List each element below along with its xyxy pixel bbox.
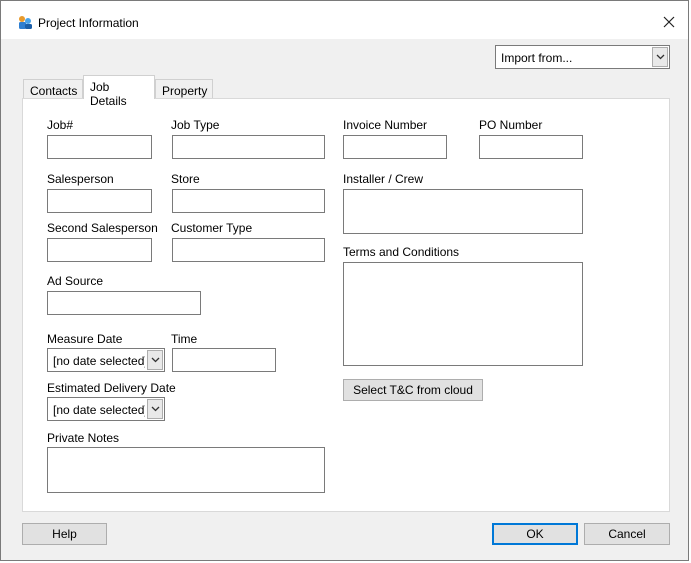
private-notes-label: Private Notes [47, 431, 120, 445]
select-tc-from-cloud-button[interactable]: Select T&C from cloud [343, 379, 483, 401]
cancel-button-label: Cancel [608, 527, 646, 541]
terms-conditions-input[interactable] [343, 262, 583, 366]
time-input[interactable] [172, 348, 276, 372]
window-title: Project Information [38, 16, 139, 30]
title-bar: Project Information [1, 1, 688, 39]
measure-date-value: [no date selected] [53, 354, 145, 368]
invoice-number-label: Invoice Number [343, 118, 428, 132]
job-number-label: Job# [47, 118, 74, 132]
customer-type-input[interactable] [172, 238, 325, 262]
tab-job-details[interactable]: Job Details [83, 75, 155, 108]
store-input[interactable] [172, 189, 325, 213]
terms-conditions-label: Terms and Conditions [343, 245, 460, 259]
second-salesperson-label: Second Salesperson [47, 221, 158, 235]
tab-property[interactable]: Property [155, 79, 213, 100]
app-icon [17, 14, 33, 30]
customer-type-label: Customer Type [171, 221, 253, 235]
estimated-delivery-value: [no date selected] [53, 403, 145, 417]
second-salesperson-input[interactable] [47, 238, 152, 262]
import-from-dropdown[interactable]: Import from... [495, 45, 670, 69]
job-number-input[interactable] [47, 135, 152, 159]
tab-job-details-label: Job Details [90, 80, 127, 108]
measure-date-picker[interactable]: [no date selected] [47, 348, 165, 372]
tab-contacts-label: Contacts [30, 84, 78, 98]
help-button-label: Help [52, 527, 77, 541]
chevron-down-icon[interactable] [147, 399, 163, 419]
salesperson-input[interactable] [47, 189, 152, 213]
import-from-value: Import from... [501, 51, 573, 65]
ok-button-label: OK [526, 527, 544, 541]
job-type-label: Job Type [171, 118, 220, 132]
cancel-button[interactable]: Cancel [584, 523, 670, 545]
chevron-down-icon[interactable] [652, 47, 668, 67]
estimated-delivery-picker[interactable]: [no date selected] [47, 397, 165, 421]
project-information-dialog: Project Information Import from... Conta… [0, 0, 689, 561]
estimated-delivery-label: Estimated Delivery Date [47, 381, 176, 395]
help-button[interactable]: Help [22, 523, 107, 545]
close-icon[interactable] [658, 11, 680, 33]
invoice-number-input[interactable] [343, 135, 447, 159]
tab-property-label: Property [162, 84, 208, 98]
installer-crew-label: Installer / Crew [343, 172, 424, 186]
store-label: Store [171, 172, 200, 186]
measure-date-label: Measure Date [47, 332, 123, 346]
salesperson-label: Salesperson [47, 172, 114, 186]
ad-source-label: Ad Source [47, 274, 104, 288]
private-notes-input[interactable] [47, 447, 325, 493]
chevron-down-icon[interactable] [147, 350, 163, 370]
installer-crew-input[interactable] [343, 189, 583, 234]
job-type-input[interactable] [172, 135, 325, 159]
time-label: Time [171, 332, 198, 346]
tab-contacts[interactable]: Contacts [23, 79, 83, 100]
ok-button[interactable]: OK [492, 523, 578, 545]
po-number-input[interactable] [479, 135, 583, 159]
ad-source-input[interactable] [47, 291, 201, 315]
select-tc-label: Select T&C from cloud [353, 383, 473, 397]
po-number-label: PO Number [479, 118, 543, 132]
